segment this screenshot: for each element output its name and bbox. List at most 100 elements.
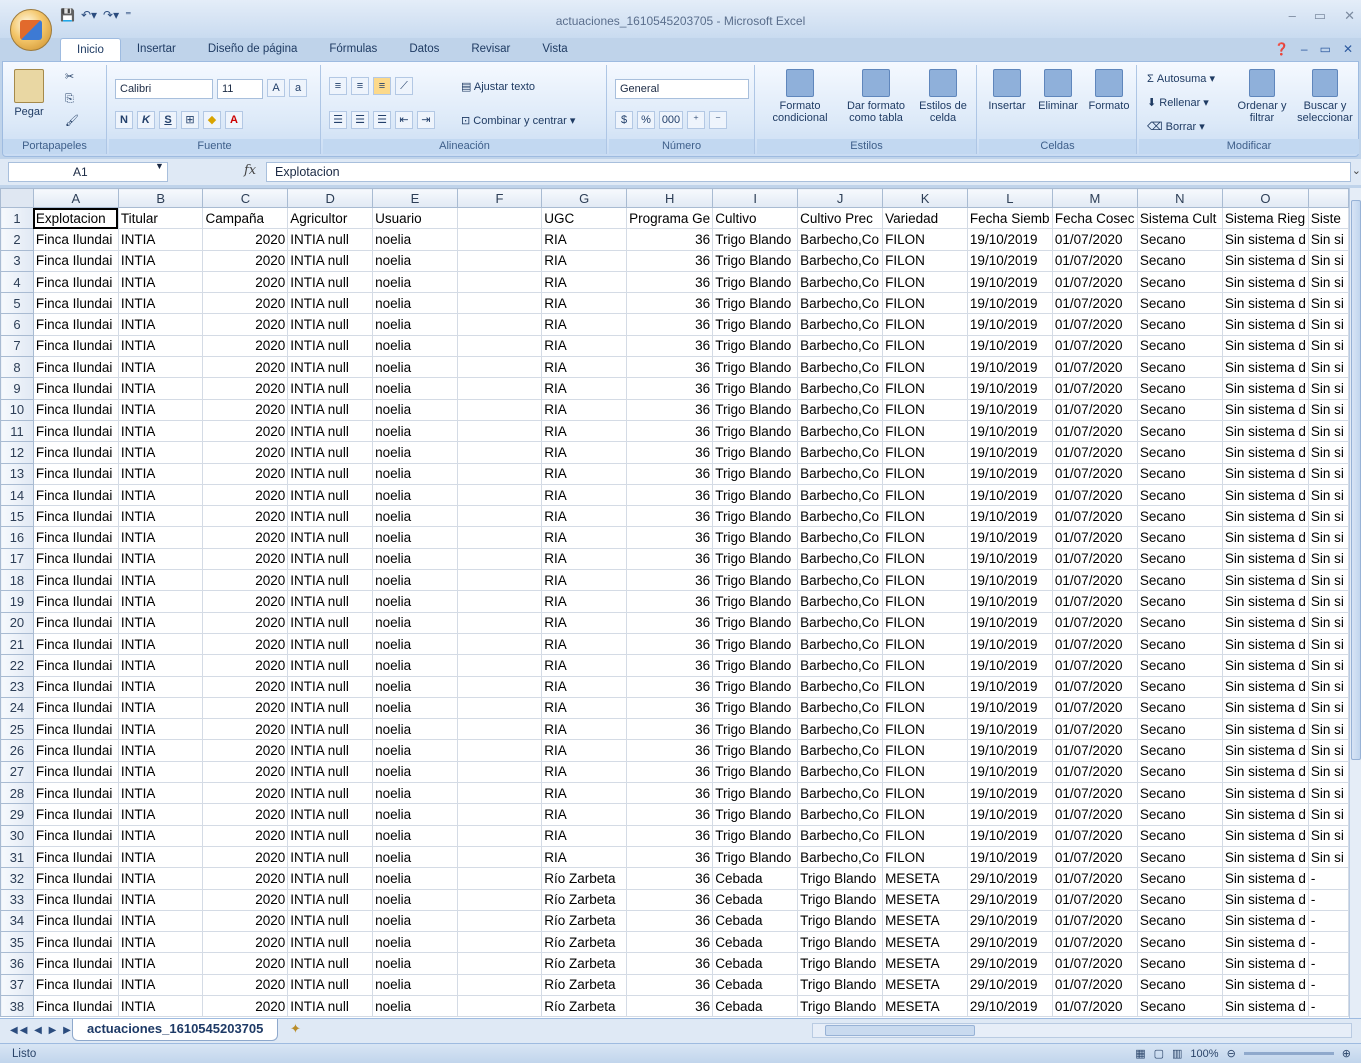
cell[interactable]: 36 bbox=[626, 760, 714, 784]
cell[interactable]: Finca Ilundai bbox=[32, 824, 119, 847]
cell[interactable]: RIA bbox=[541, 334, 628, 358]
cell[interactable]: Sin si bbox=[1307, 313, 1349, 336]
cell[interactable]: INTIA bbox=[117, 483, 204, 507]
cell[interactable]: MESETA bbox=[882, 867, 968, 890]
cell[interactable]: Trigo Blando bbox=[712, 782, 799, 805]
cell[interactable]: Trigo Blando bbox=[712, 611, 799, 634]
cell[interactable]: MESETA bbox=[882, 973, 968, 996]
row-header[interactable]: 19 bbox=[0, 590, 34, 613]
column-header[interactable]: F bbox=[456, 188, 543, 208]
cell[interactable]: noelia bbox=[372, 675, 458, 698]
font-color-icon[interactable]: A bbox=[225, 111, 243, 129]
row-header[interactable]: 2 bbox=[0, 228, 34, 251]
cell[interactable]: Sin sistema d bbox=[1221, 547, 1309, 571]
cell[interactable]: Secano bbox=[1136, 419, 1223, 443]
cell[interactable]: INTIA bbox=[117, 590, 204, 613]
cell[interactable]: Sin sistema d bbox=[1221, 377, 1309, 400]
cell[interactable]: FILON bbox=[882, 462, 968, 485]
row-header[interactable]: 29 bbox=[0, 803, 34, 826]
cell[interactable]: 19/10/2019 bbox=[966, 782, 1053, 805]
cell[interactable]: Sin si bbox=[1307, 654, 1349, 677]
cell[interactable]: RIA bbox=[541, 675, 628, 698]
cell[interactable]: 36 bbox=[626, 718, 714, 741]
cell[interactable]: Secano bbox=[1136, 973, 1223, 996]
cell[interactable]: RIA bbox=[541, 419, 628, 443]
cell[interactable]: noelia bbox=[372, 611, 458, 634]
decrease-indent-icon[interactable]: ⇤ bbox=[395, 111, 413, 129]
cell[interactable]: RIA bbox=[541, 760, 628, 784]
fx-icon[interactable]: fx bbox=[244, 163, 256, 178]
column-header[interactable]: A bbox=[32, 188, 119, 208]
doc-minimize-icon[interactable]: – bbox=[1301, 42, 1308, 56]
cell[interactable]: INTIA null bbox=[287, 888, 374, 911]
cell[interactable]: - bbox=[1307, 888, 1349, 911]
cell[interactable]: Barbecho,Co bbox=[797, 845, 884, 869]
align-bottom-icon[interactable]: ≡ bbox=[373, 77, 391, 95]
cell[interactable]: INTIA null bbox=[287, 313, 374, 336]
cell[interactable]: RIA bbox=[541, 824, 628, 847]
cell[interactable]: FILON bbox=[882, 632, 968, 656]
cell[interactable] bbox=[456, 228, 543, 251]
cell[interactable]: 29/10/2019 bbox=[966, 888, 1053, 911]
cell[interactable] bbox=[456, 888, 543, 911]
cell[interactable]: 29/10/2019 bbox=[966, 952, 1053, 975]
cell[interactable]: Finca Ilundai bbox=[32, 419, 119, 443]
cell[interactable]: INTIA null bbox=[287, 824, 374, 847]
cell[interactable]: Sin sistema d bbox=[1221, 718, 1309, 741]
doc-restore-icon[interactable]: ▭ bbox=[1320, 42, 1331, 56]
cell[interactable]: Trigo Blando bbox=[712, 803, 799, 826]
cell[interactable]: - bbox=[1307, 994, 1349, 1018]
cell[interactable]: 36 bbox=[626, 270, 714, 294]
cell[interactable] bbox=[456, 782, 543, 805]
row-header[interactable]: 38 bbox=[0, 994, 34, 1018]
cell[interactable]: noelia bbox=[372, 356, 458, 379]
cell[interactable]: Secano bbox=[1136, 526, 1223, 549]
cell[interactable]: 2020 bbox=[202, 824, 289, 847]
cell[interactable]: noelia bbox=[372, 696, 458, 720]
cell[interactable]: noelia bbox=[372, 505, 458, 528]
cell[interactable]: 2020 bbox=[202, 526, 289, 549]
column-header[interactable]: O bbox=[1221, 188, 1309, 208]
cell[interactable]: Trigo Blando bbox=[712, 356, 799, 379]
cell[interactable]: noelia bbox=[372, 867, 458, 890]
cell[interactable] bbox=[456, 462, 543, 485]
cell[interactable]: Sistema Rieg bbox=[1221, 206, 1309, 230]
tab-vista[interactable]: Vista bbox=[526, 38, 583, 62]
delete-cells-button[interactable]: Eliminar bbox=[1033, 69, 1083, 112]
currency-icon[interactable]: $ bbox=[615, 111, 633, 129]
cell[interactable]: 01/07/2020 bbox=[1051, 824, 1138, 847]
increase-decimal-icon[interactable]: ⁺ bbox=[687, 111, 705, 129]
cell[interactable]: Secano bbox=[1136, 292, 1223, 315]
cell[interactable]: 2020 bbox=[202, 739, 289, 762]
cell[interactable]: Secano bbox=[1136, 782, 1223, 805]
cell[interactable]: Trigo Blando bbox=[712, 718, 799, 741]
cell[interactable]: 2020 bbox=[202, 483, 289, 507]
cell[interactable]: Sin sistema d bbox=[1221, 398, 1309, 421]
cell[interactable]: 2020 bbox=[202, 994, 289, 1018]
horizontal-scroll-thumb[interactable] bbox=[825, 1025, 975, 1036]
cell[interactable]: 2020 bbox=[202, 590, 289, 613]
cell[interactable]: Programa Ge bbox=[626, 206, 714, 230]
cell[interactable]: Secano bbox=[1136, 249, 1223, 272]
tab-inicio[interactable]: Inicio bbox=[60, 38, 121, 62]
borders-icon[interactable]: ⊞ bbox=[181, 111, 199, 129]
cell[interactable]: 2020 bbox=[202, 228, 289, 251]
cell[interactable]: Finca Ilundai bbox=[32, 888, 119, 911]
cell[interactable]: 2020 bbox=[202, 718, 289, 741]
cell[interactable]: FILON bbox=[882, 739, 968, 762]
vertical-scroll-thumb[interactable] bbox=[1351, 200, 1361, 760]
cell[interactable]: Finca Ilundai bbox=[32, 718, 119, 741]
cell[interactable]: Sin sistema d bbox=[1221, 526, 1309, 549]
cell[interactable]: 29/10/2019 bbox=[966, 867, 1053, 890]
cell[interactable] bbox=[456, 270, 543, 294]
cell[interactable]: 2020 bbox=[202, 313, 289, 336]
cell[interactable]: Explotacion bbox=[32, 206, 119, 230]
cell[interactable]: 36 bbox=[626, 526, 714, 549]
cell[interactable]: Sin si bbox=[1307, 377, 1349, 400]
cell[interactable]: Trigo Blando bbox=[712, 441, 799, 464]
cell[interactable]: Finca Ilundai bbox=[32, 334, 119, 358]
cell[interactable]: Secano bbox=[1136, 994, 1223, 1018]
cell[interactable]: noelia bbox=[372, 845, 458, 869]
cell[interactable]: Siste bbox=[1307, 206, 1349, 230]
cell[interactable]: Barbecho,Co bbox=[797, 292, 884, 315]
